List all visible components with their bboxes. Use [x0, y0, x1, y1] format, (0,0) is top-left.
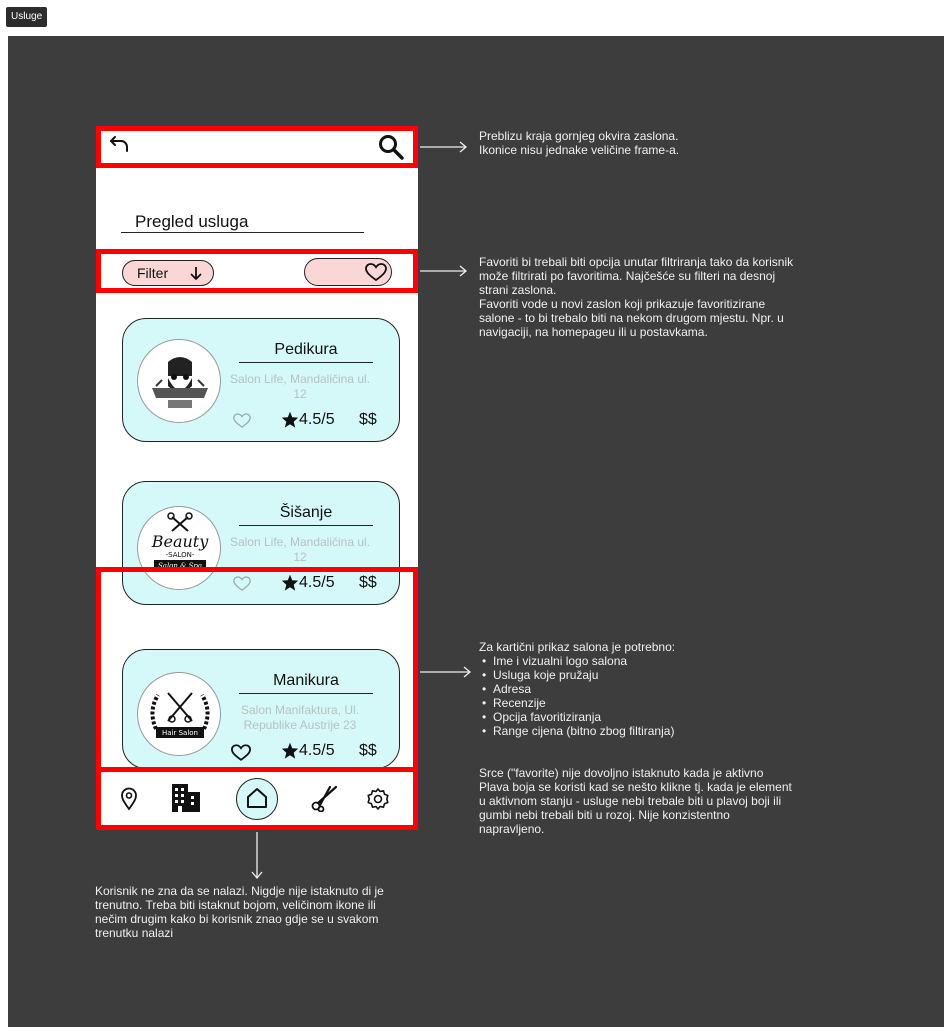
- note-list-item: Opcija favoritiziranja: [479, 710, 919, 724]
- note-filter: Favoriti bi trebali biti opcija unutar f…: [479, 255, 794, 339]
- note-nav: Korisnik ne zna da se nalazi. Nigdje nij…: [95, 884, 384, 940]
- note-list-item: Ime i vizualni logo salona: [479, 654, 919, 668]
- note-cards-list: Ime i vizualni logo salona Usluga koje p…: [479, 654, 919, 738]
- note-list-item: Recenzije: [479, 696, 919, 710]
- note-header: Preblizu kraja gornjeg okvira zaslona. I…: [479, 129, 680, 157]
- note-list-item: Range cijena (bitno zbog filtiranja): [479, 724, 919, 738]
- note-list-item: Usluga koje pružaju: [479, 668, 919, 682]
- note-cards-intro: Za kartični prikaz salona je potrebno:: [479, 640, 676, 654]
- note-list-item: Adresa: [479, 682, 919, 696]
- note-cards-extra: Srce ("favorite) nije dovoljno istaknuto…: [479, 766, 792, 836]
